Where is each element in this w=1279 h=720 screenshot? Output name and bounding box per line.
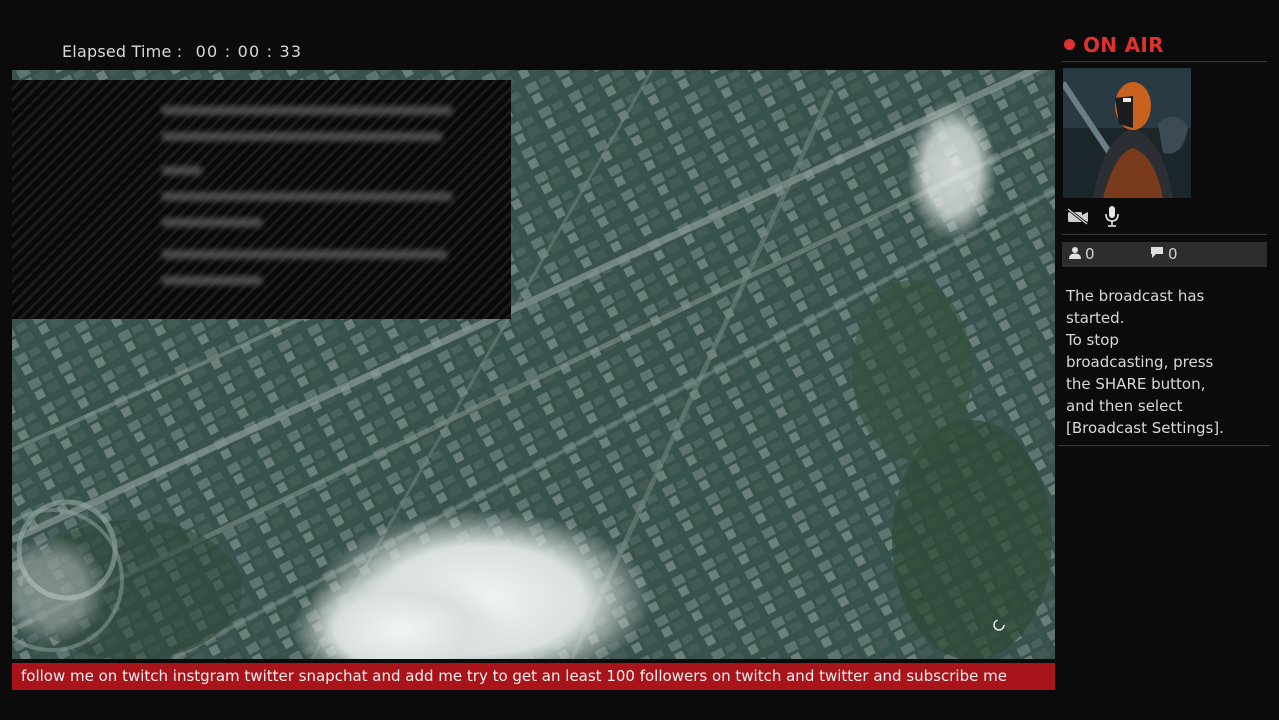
avatar [1063, 68, 1191, 198]
notice-started: The broadcast has started. [1066, 287, 1205, 327]
notice-instructions: To stop broadcasting, press the SHARE bu… [1066, 331, 1224, 437]
obscured-text-line [162, 250, 447, 259]
scrolling-ticker: follow me on twitch instgram twitter sna… [12, 663, 1055, 690]
avatar-image [1063, 68, 1191, 198]
on-air-label: ON AIR [1083, 33, 1164, 57]
gameplay-viewport [12, 70, 1055, 659]
live-dot-icon [1064, 39, 1075, 50]
obscured-text-line [162, 132, 442, 141]
camera-off-icon [1066, 207, 1090, 229]
divider [1059, 445, 1269, 446]
microphone-icon [1104, 205, 1120, 231]
broadcast-screen: Elapsed Time : 00 : 00 : 33 follow me on… [0, 0, 1279, 720]
chat-overlay-obscured [12, 80, 511, 319]
viewer-count: 0 [1069, 242, 1095, 267]
obscured-text-line [162, 166, 202, 175]
media-controls [1066, 205, 1120, 231]
elapsed-time-value: 00 : 00 : 33 [195, 42, 303, 61]
comment-count-value: 0 [1168, 245, 1178, 263]
divider [1062, 234, 1267, 235]
on-air-indicator: ON AIR [1064, 33, 1164, 57]
divider [1062, 61, 1267, 62]
speech-bubble-icon [1150, 242, 1164, 267]
obscured-text-line [162, 276, 262, 285]
obscured-text-line [162, 192, 452, 201]
elapsed-time: Elapsed Time : 00 : 00 : 33 [62, 42, 302, 61]
obscured-text-line [162, 218, 262, 227]
viewer-count-value: 0 [1085, 245, 1095, 263]
elapsed-time-label: Elapsed Time : [62, 42, 183, 61]
person-icon [1069, 242, 1081, 267]
broadcast-notice: The broadcast has started. To stop broad… [1066, 285, 1226, 439]
broadcast-stats: 0 0 [1062, 242, 1267, 267]
comment-count: 0 [1150, 242, 1178, 267]
obscured-text-line [162, 106, 452, 115]
